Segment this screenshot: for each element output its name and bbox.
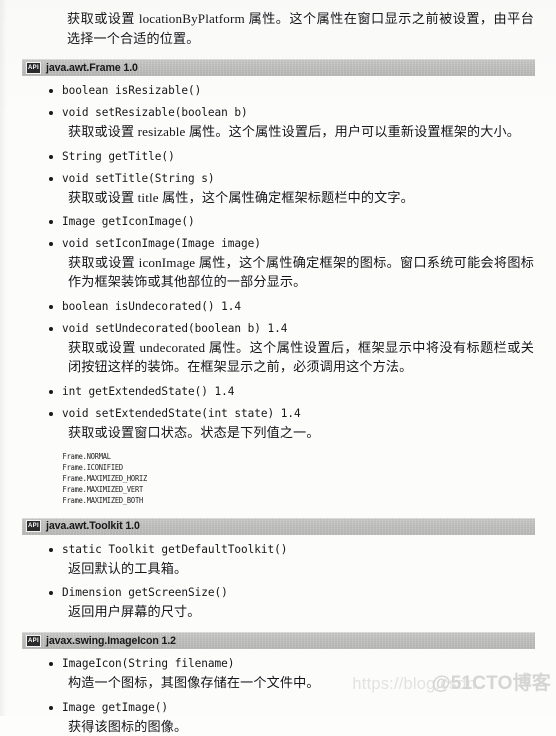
method-signature: void setExtendedState(int state) 1.4 [62,406,301,420]
method-signature: void setTitle(String s) [62,171,215,185]
method-item: Dimension getScreenSize() 返回用户屏幕的尺寸。 [0,585,556,621]
method-signature: Image getImage() [62,700,169,714]
method-description: 返回用户屏幕的尺寸。 [68,603,201,619]
api-section-title: java.awt.Toolkit 1.0 [46,520,140,532]
api-section-header: API java.awt.Frame 1.0 [22,59,535,77]
api-sections-container: API java.awt.Frame 1.0 boolean isResizable… [0,48,556,736]
bullet-icon [49,389,53,394]
method-item: int getExtendedState() 1.4 [0,384,556,399]
bullet-icon [49,705,53,710]
method-signature: boolean isResizable() [62,84,202,98]
method-item: void setResizable(boolean b) 获取或设置 resiza… [0,105,556,141]
api-badge-icon: API [26,634,41,647]
constant-line: Frame.MAXIMIZED_BOTH [62,496,144,506]
intro-paragraph-block: 获取或设置 locationByPlatform 属性。这个属性在窗口显示之前被… [0,0,556,48]
api-section-header: API javax.swing.ImageIcon 1.2 [22,632,535,650]
method-list: boolean isResizable() void setResizable(b… [0,83,556,442]
api-section-title: javax.swing.ImageIcon 1.2 [46,634,176,647]
method-list: static Toolkit getDefaultToolkit() 返回默认的工… [0,542,556,622]
method-item: Image getIconImage() [0,214,556,229]
bullet-icon [49,326,53,331]
constants-block: Frame.NORMAL Frame.ICONIFIED Frame.MAXIMIZ… [0,451,512,506]
method-item: void setIconImage(Image image) 获取或设置 icon… [0,236,556,292]
bullet-icon [49,242,53,246]
constant-line: Frame.NORMAL [62,452,111,462]
constant-line: Frame.MAXIMIZED_VERT [62,485,144,495]
bullet-icon [49,220,53,224]
api-badge-icon: API [26,520,41,532]
method-item: boolean isUndecorated() 1.4 [0,299,556,314]
method-signature: static Toolkit getDefaultToolkit() [62,542,288,556]
document-page: 获取或设置 locationByPlatform 属性。这个属性在窗口显示之前被… [0,0,556,734]
bullet-icon [49,111,53,116]
method-description: 获取或设置 resizable 属性。这个属性设置后，用户可以重新设置框架的大小… [68,124,521,140]
method-item: boolean isResizable() [0,83,556,98]
watermark: https://blog.csdn @51CTO博客 [352,668,551,695]
method-signature: int getExtendedState() 1.4 [62,384,235,398]
intro-paragraph: 获取或设置 locationByPlatform 属性。这个属性在窗口显示之前被… [67,11,534,46]
method-item: void setUndecorated(boolean b) 1.4 获取或设置 … [0,321,556,377]
method-signature: void setResizable(boolean b) [62,106,248,120]
bullet-icon [49,547,53,552]
method-description: 返回默认的工具箱。 [68,560,188,576]
method-item: static Toolkit getDefaultToolkit() 返回默认的工… [0,542,556,578]
bullet-icon [49,154,53,159]
watermark-tag: @51CTO博客 [431,673,551,694]
bullet-icon [49,590,53,595]
bullet-icon [49,662,53,667]
bullet-icon [49,89,53,94]
bullet-icon [49,411,53,416]
method-description: 获取或设置 undecorated 属性。这个属性设置后，框架显示中将没有标题栏… [68,339,534,375]
method-item: void setExtendedState(int state) 1.4 获取或设… [0,406,556,442]
method-item: String getTitle() [0,149,556,164]
method-description: 获得该图标的图像。 [68,718,188,734]
method-signature: void setIconImage(Image image) [62,237,261,250]
method-signature: String getTitle() [62,149,175,163]
bullet-icon [49,176,53,181]
method-signature: Dimension getScreenSize() [62,585,228,599]
method-description: 获取或设置窗口状态。状态是下列值之一。 [68,424,320,440]
bullet-icon [49,304,53,309]
api-section-title: java.awt.Frame 1.0 [46,61,138,74]
method-description: 获取或设置 iconImage 属性，这个属性确定框架的图标。窗口系统可能会将图… [68,255,534,290]
method-item: void setTitle(String s) 获取或设置 title 属性，这个… [0,171,556,207]
method-signature: boolean isUndecorated() 1.4 [62,299,241,313]
method-description: 获取或设置 title 属性，这个属性确定框架标题栏中的文字。 [68,189,414,205]
method-signature: Image getIconImage() [62,215,195,228]
method-signature: void setUndecorated(boolean b) 1.4 [62,321,288,335]
api-section-header: API java.awt.Toolkit 1.0 [22,517,535,535]
constant-line: Frame.MAXIMIZED_HORIZ [62,474,148,484]
api-badge-icon: API [26,61,41,74]
method-item: Image getImage() 获得该图标的图像。 [0,700,556,736]
constant-line: Frame.ICONIFIED [62,463,124,473]
